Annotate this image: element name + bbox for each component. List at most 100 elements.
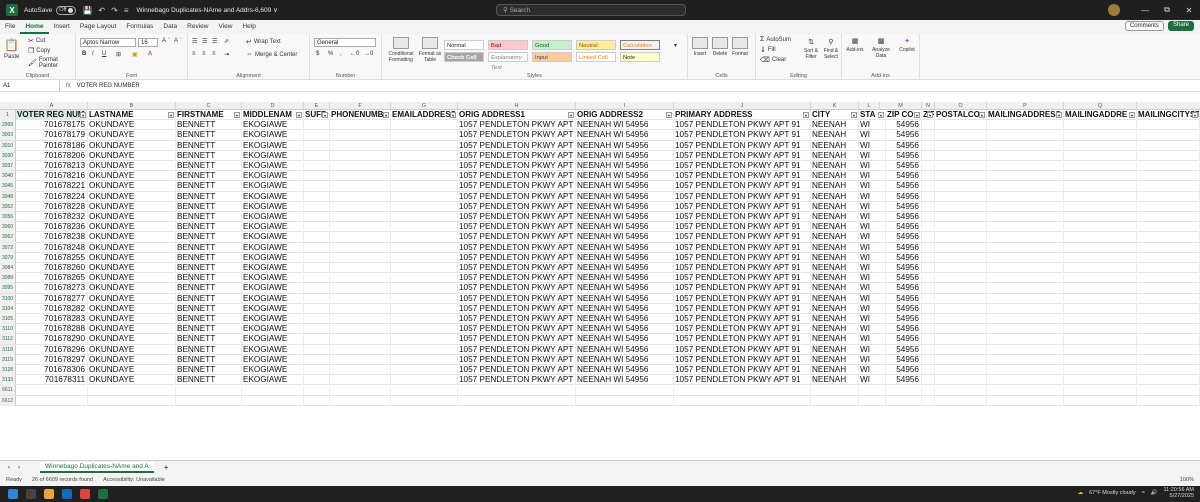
cell[interactable]: NEENAH [811,242,859,253]
cell[interactable] [987,263,1064,273]
cell[interactable]: 1057 PENDLETON PKWY APT 91 [674,201,811,212]
tab-home[interactable]: Home [20,20,49,34]
cell[interactable]: MIDDLENAM ▾ [242,110,304,120]
cell[interactable]: 1057 PENDLETON PKWY APT 91 [674,314,811,324]
cell[interactable] [242,385,304,396]
cell[interactable]: 701678238 [16,232,88,243]
cell[interactable]: WI [859,212,886,222]
cell[interactable] [987,293,1064,304]
cell[interactable]: NEENAH WI 54956 [576,191,674,202]
cell[interactable]: 54956 [886,191,922,202]
cell[interactable] [242,395,304,406]
analyze-data-button[interactable]: ▩ Analyze Data [868,37,894,59]
cell[interactable] [1137,171,1200,182]
cell[interactable] [304,140,330,151]
cell[interactable]: OKUNDAYE [88,232,176,243]
style-input[interactable]: Input [532,52,572,62]
cell[interactable]: EKOGIAWE [242,293,304,304]
save-icon[interactable]: 💾 [82,6,92,15]
cell[interactable]: 701678248 [16,242,88,253]
customize-icon[interactable]: ≡ [124,6,129,15]
cell[interactable] [304,222,330,233]
cell[interactable] [1064,344,1137,355]
cell[interactable]: NEENAH WI 54956 [576,140,674,151]
cell[interactable] [935,120,987,131]
bold-button[interactable]: B [82,51,86,57]
filter-dropdown-icon[interactable]: ▾ [851,112,857,118]
cell[interactable]: 701678277 [16,293,88,304]
cell[interactable]: NEENAH [811,334,859,345]
cell[interactable]: 1057 PENDLETON PKWY APT 9 [458,150,576,161]
row-number[interactable]: 3112 [0,334,16,345]
column-header[interactable]: G [391,102,458,110]
cell[interactable]: 1057 PENDLETON PKWY APT 91 [674,334,811,345]
cell[interactable]: EKOGIAWE [242,273,304,284]
cell[interactable] [330,191,391,202]
style-calculation[interactable]: Calculation [620,40,660,50]
cell[interactable] [391,161,458,171]
cell[interactable]: NEENAH [811,354,859,365]
cell[interactable]: BENNETT [176,150,242,161]
cell[interactable] [1064,212,1137,222]
cell[interactable]: 701678216 [16,171,88,182]
cell[interactable] [1064,140,1137,151]
cell[interactable]: OKUNDAYE [88,263,176,273]
cell[interactable]: BENNETT [176,191,242,202]
cell[interactable]: NEENAH WI 54956 [576,181,674,192]
tab-review[interactable]: Review [182,20,213,34]
cell[interactable]: 1057 PENDLETON PKWY APT 91 [674,283,811,294]
cell[interactable]: BENNETT [176,181,242,192]
column-header[interactable]: E [304,102,330,110]
row-number[interactable]: 3056 [0,212,16,222]
percent-icon[interactable]: % [328,51,333,57]
cell[interactable] [935,242,987,253]
cell[interactable] [935,150,987,161]
cell[interactable]: 54956 [886,140,922,151]
cell[interactable] [811,395,859,406]
cell[interactable]: 1057 PENDLETON PKWY APT 91 [674,263,811,273]
cell[interactable] [330,181,391,192]
cell[interactable] [922,385,935,396]
cell[interactable] [330,344,391,355]
cell[interactable] [1064,263,1137,273]
cell[interactable] [935,365,987,375]
cell[interactable] [1137,375,1200,386]
cell[interactable] [1064,365,1137,375]
cell[interactable] [922,324,935,335]
cell[interactable] [1137,324,1200,335]
file-explorer-icon[interactable] [44,489,54,499]
cell[interactable] [1137,263,1200,273]
cell[interactable] [987,354,1064,365]
column-header[interactable]: F [330,102,391,110]
row-number[interactable]: 3062 [0,232,16,243]
cell[interactable] [330,303,391,314]
cell[interactable]: 54956 [886,252,922,263]
cell[interactable]: 1057 PENDLETON PKWY APT 91 [674,212,811,222]
cell[interactable]: BENNETT [176,273,242,284]
cell[interactable]: NEENAH [811,161,859,171]
cell[interactable]: PHONENUMB ▾ [330,110,391,120]
cell[interactable]: OKUNDAYE [88,283,176,294]
column-header[interactable]: H [458,102,576,110]
cell[interactable] [304,242,330,253]
cell[interactable]: 54956 [886,334,922,345]
cell[interactable]: NEENAH [811,303,859,314]
filter-dropdown-icon[interactable]: ▾ [927,112,933,118]
cell[interactable] [987,303,1064,314]
cell[interactable] [935,201,987,212]
cell[interactable] [1064,222,1137,233]
share-button[interactable]: Share [1167,21,1194,31]
cell[interactable]: NEENAH WI 54956 [576,324,674,335]
close-button[interactable]: ✕ [1178,6,1200,15]
cell[interactable] [922,375,935,386]
cell[interactable] [330,120,391,131]
row-number[interactable]: 3052 [0,201,16,212]
cell[interactable]: NEENAH WI 54956 [576,314,674,324]
cell[interactable] [935,395,987,406]
cell[interactable] [987,334,1064,345]
cell[interactable]: BENNETT [176,263,242,273]
cell[interactable] [935,222,987,233]
column-header[interactable]: C [176,102,242,110]
cell[interactable]: 1057 PENDLETON PKWY APT 91 [674,140,811,151]
cell[interactable] [330,293,391,304]
